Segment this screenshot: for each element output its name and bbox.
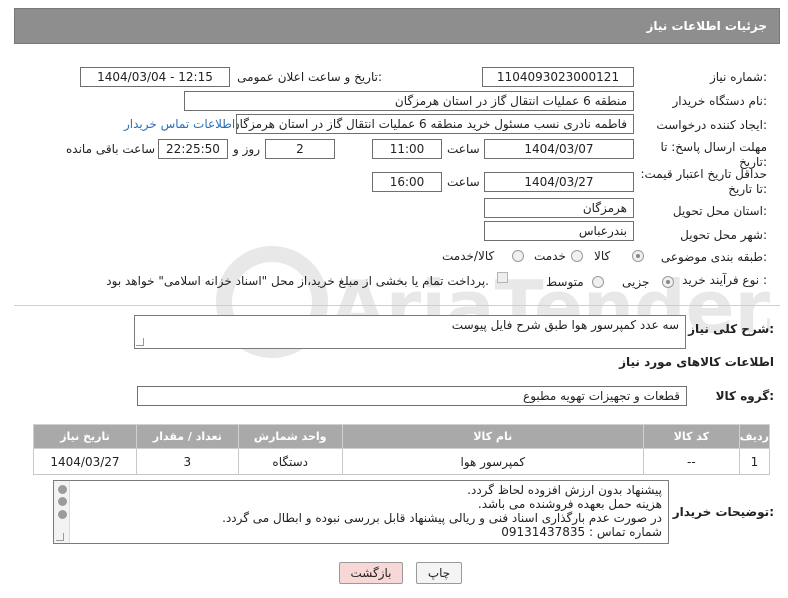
- cell-row: 1: [738, 448, 771, 475]
- need-number-field: 1104093023000121: [482, 67, 634, 87]
- buyer-notes-resize-handle[interactable]: [56, 533, 64, 541]
- buyer-org-label: نام دستگاه خریدار:: [672, 94, 768, 108]
- process-radio-minor[interactable]: [662, 276, 674, 288]
- buyer-org-field: منطقه 6 عملیات انتقال گاز در استان هرمزگ…: [184, 91, 634, 111]
- items-table-header: ردیف کد کالا نام کالا واحد شمارش تعداد /…: [33, 424, 771, 449]
- scroll-thumb-icon[interactable]: [58, 497, 67, 506]
- validity-time-label: ساعت: [447, 175, 480, 189]
- summary-text: سه عدد کمپرسور هوا طبق شرح فایل پیوست: [451, 318, 679, 332]
- deadline-label: مهلت ارسال پاسخ: تا تاریخ:: [660, 140, 767, 169]
- col-date: تاریخ نیاز: [33, 424, 137, 449]
- validity-date-field: 1404/03/27: [484, 172, 634, 192]
- buyer-contact-link[interactable]: اطلاعات تماس خریدار: [124, 117, 235, 131]
- payment-note: پرداخت تمام یا بخشی از مبلغ خرید،از محل …: [106, 274, 489, 288]
- validity-label: حداقل تاریخ اعتبار قیمت: تا تاریخ:: [640, 167, 767, 196]
- col-unit: واحد شمارش: [237, 424, 343, 449]
- print-button[interactable]: چاپ: [416, 562, 462, 584]
- need-number-label: شماره نیاز:: [709, 70, 767, 84]
- province-label: استان محل تحویل:: [672, 204, 767, 218]
- city-label: شهر محل تحویل:: [680, 228, 767, 242]
- scroll-up-icon[interactable]: [58, 485, 67, 494]
- cell-unit: دستگاه: [237, 448, 343, 475]
- buyer-notes-line-1: پیشنهاد بدون ارزش افزوده لحاظ گردد.: [467, 483, 662, 497]
- creator-field: فاطمه نادری نسب مسئول خرید منطقه 6 عملیا…: [236, 114, 634, 134]
- buyer-notes-line-3: در صورت عدم بارگذاری اسناد فنی و ریالی پ…: [222, 511, 662, 525]
- summary-textarea[interactable]: سه عدد کمپرسور هوا طبق شرح فایل پیوست: [134, 315, 686, 349]
- cell-code: --: [642, 448, 740, 475]
- process-option-minor: جزیی: [622, 275, 650, 289]
- items-table: ردیف کد کالا نام کالا واحد شمارش تعداد /…: [33, 424, 771, 475]
- deadline-date-field: 1404/03/07: [484, 139, 634, 159]
- process-radio-medium[interactable]: [592, 276, 604, 288]
- creator-label: ایجاد کننده درخواست:: [656, 118, 767, 132]
- announce-field: 1404/03/04 - 12:15: [80, 67, 230, 87]
- deadline-time-field: 11:00: [372, 139, 442, 159]
- header-bar: جزئیات اطلاعات نیاز: [14, 8, 780, 44]
- category-option-service: خدمت: [534, 249, 566, 263]
- summary-label: شرح کلی نیاز:: [688, 322, 774, 336]
- cell-date: 1404/03/27: [33, 448, 137, 475]
- buyer-notes-line-4: شماره تماس : 09131437835: [501, 525, 662, 539]
- goods-group-field: قطعات و تجهیزات تهویه مطبوع: [137, 386, 687, 406]
- summary-resize-handle[interactable]: [136, 338, 144, 346]
- category-radio-goods[interactable]: [632, 250, 644, 262]
- cell-name: کمپرسور هوا: [341, 448, 644, 475]
- buyer-notes-textarea[interactable]: پیشنهاد بدون ارزش افزوده لحاظ گردد. هزین…: [53, 480, 669, 544]
- days-field: 2: [265, 139, 335, 159]
- col-name: نام کالا: [341, 424, 644, 449]
- category-radio-goods-service[interactable]: [512, 250, 524, 262]
- announce-label: تاریخ و ساعت اعلان عمومی:: [237, 70, 382, 84]
- goods-group-label: گروه کالا:: [715, 389, 774, 403]
- remaining-label: ساعت باقی مانده: [66, 142, 156, 156]
- city-field: بندرعباس: [484, 221, 634, 241]
- table-row: 1 -- کمپرسور هوا دستگاه 3 1404/03/27: [33, 448, 771, 475]
- province-field: هرمزگان: [484, 198, 634, 218]
- payment-checkbox[interactable]: [497, 272, 508, 283]
- process-option-medium: متوسط: [546, 275, 584, 289]
- col-quantity: تعداد / مقدار: [135, 424, 239, 449]
- col-code: کد کالا: [642, 424, 740, 449]
- scroll-down-icon[interactable]: [58, 510, 67, 519]
- buyer-notes-line-2: هزینه حمل بعهده فروشنده می باشد.: [477, 497, 662, 511]
- category-label: طبقه بندی موضوعی:: [660, 250, 767, 264]
- back-button[interactable]: بازگشت: [339, 562, 403, 584]
- deadline-time-label: ساعت: [447, 142, 480, 156]
- category-option-goods-service: کالا/خدمت: [442, 249, 495, 263]
- buyer-notes-label: توضیحات خریدار:: [672, 505, 774, 519]
- category-option-goods: کالا: [594, 249, 611, 263]
- items-section-title: اطلاعات کالاهای مورد نیاز: [619, 355, 774, 369]
- divider-top: [14, 305, 780, 306]
- validity-time-field: 16:00: [372, 172, 442, 192]
- days-label: روز و: [233, 142, 260, 156]
- cell-quantity: 3: [135, 448, 239, 475]
- remaining-time-field: 22:25:50: [158, 139, 228, 159]
- page-title: جزئیات اطلاعات نیاز: [646, 19, 767, 33]
- category-radio-service[interactable]: [571, 250, 583, 262]
- process-label: نوع فرآیند خرید :: [682, 273, 767, 287]
- col-row: ردیف: [738, 424, 771, 449]
